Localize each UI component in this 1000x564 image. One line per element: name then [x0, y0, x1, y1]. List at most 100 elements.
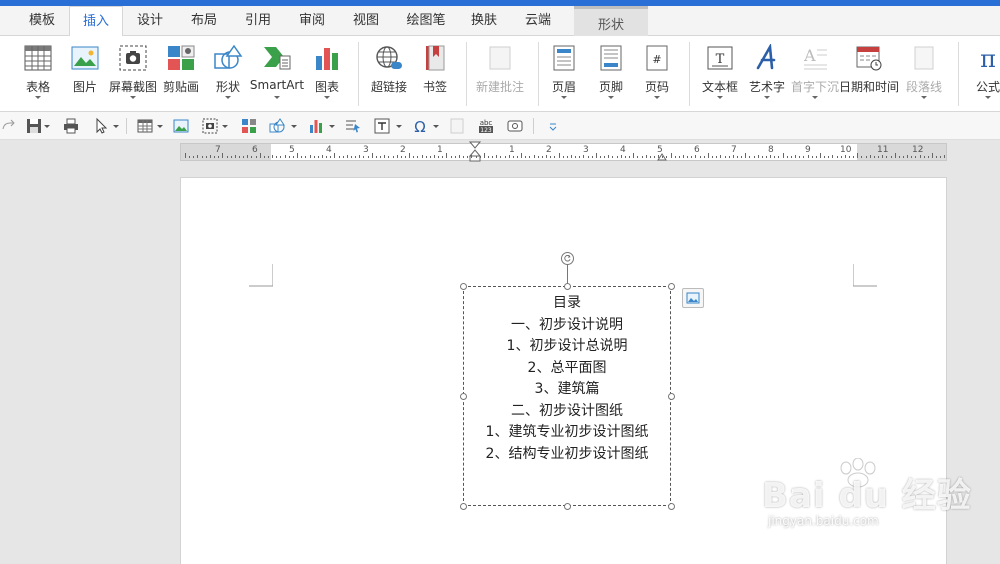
tab-cloud[interactable]: 云端: [514, 6, 562, 36]
wordart-button[interactable]: 艺术字: [741, 42, 793, 108]
tab-layout[interactable]: 布局: [180, 6, 228, 36]
ruler-tick: [400, 156, 402, 158]
symbol-omega-icon[interactable]: Ω: [411, 117, 429, 135]
resize-handle-top[interactable]: [564, 283, 571, 290]
ruler-tick: [637, 156, 639, 158]
resize-handle-top-left[interactable]: [460, 283, 467, 290]
screen-capture-icon[interactable]: [506, 117, 524, 135]
ruler-tick: [782, 153, 784, 158]
footer-icon: [600, 45, 622, 71]
text-wrap-icon[interactable]: [344, 117, 362, 135]
ruler-number: 1: [437, 145, 443, 155]
resize-handle-left[interactable]: [460, 393, 467, 400]
print-icon[interactable]: [62, 117, 80, 135]
rotate-handle-icon[interactable]: [561, 252, 574, 265]
resize-handle-right[interactable]: [668, 393, 675, 400]
horizontal-ruler[interactable]: 7 6 5 4 3 2 1 1 2 3 4 5 6 7 8 9 10 11 12: [180, 141, 947, 163]
shapes-button[interactable]: 形状: [202, 42, 254, 108]
ruler-tick: [292, 156, 294, 158]
tab-review[interactable]: 审阅: [288, 6, 336, 36]
ruler-tick: [533, 155, 535, 158]
table-icon[interactable]: [136, 117, 154, 135]
ruler-tick: [201, 156, 203, 158]
datetime-button[interactable]: 日期和时间: [839, 42, 899, 108]
tab-template[interactable]: 模板: [18, 6, 66, 36]
resize-handle-bottom-right[interactable]: [668, 503, 675, 510]
select-pointer-icon[interactable]: [92, 117, 110, 135]
ruler-tick: [745, 153, 747, 158]
camera-icon: [119, 45, 147, 71]
page-number-button[interactable]: # 页码: [631, 42, 683, 108]
chevron-down-icon[interactable]: [157, 125, 163, 128]
chart-button[interactable]: 图表: [301, 42, 353, 108]
ruler-tick: [321, 155, 323, 158]
tab-references[interactable]: 引用: [234, 6, 282, 36]
customize-toolbar-icon[interactable]: [544, 117, 562, 135]
chevron-down-icon[interactable]: [44, 125, 50, 128]
resize-handle-bottom-left[interactable]: [460, 503, 467, 510]
tab-design[interactable]: 设计: [126, 6, 174, 36]
toolbar-separator: [533, 118, 534, 134]
ruler-tick: [869, 155, 871, 158]
ruler-tick: [259, 153, 261, 158]
chevron-down-icon[interactable]: [433, 125, 439, 128]
tab-skin[interactable]: 换肤: [460, 6, 508, 36]
redo-icon[interactable]: [0, 117, 18, 135]
picture-button[interactable]: 图片: [59, 42, 111, 108]
formula-button[interactable]: π 公式: [962, 42, 1000, 108]
chart-label: 图表: [314, 80, 339, 94]
camera-icon[interactable]: [201, 117, 219, 135]
toc-line: 1、建筑专业初步设计图纸: [485, 424, 649, 440]
paragraph-line-button[interactable]: 段落线: [898, 42, 950, 108]
layout-options-button[interactable]: [682, 288, 704, 308]
svg-text:π: π: [980, 45, 996, 72]
hyperlink-button[interactable]: 超链接: [363, 42, 415, 108]
ruler-tick: [732, 155, 734, 158]
ruler-tick: [309, 155, 311, 158]
bookmark-button[interactable]: 书签: [409, 42, 461, 108]
chevron-down-icon[interactable]: [222, 125, 228, 128]
chevron-down-icon[interactable]: [113, 125, 119, 128]
dropcap-icon: A: [803, 46, 827, 70]
spell-check-icon[interactable]: abc123: [477, 117, 495, 135]
save-icon[interactable]: [25, 117, 43, 135]
chart-icon[interactable]: [307, 117, 325, 135]
chevron-down-icon: [812, 96, 818, 99]
footer-button[interactable]: 页脚: [585, 42, 637, 108]
textbox-icon[interactable]: [373, 117, 391, 135]
ruler-tick: [840, 156, 842, 158]
smartart-button[interactable]: SmartArt: [250, 42, 304, 108]
header-button[interactable]: 页眉: [538, 42, 590, 108]
resize-handle-top-right[interactable]: [668, 283, 675, 290]
ruler-tick: [421, 155, 423, 158]
dropcap-button[interactable]: A 首字下沉: [789, 42, 841, 108]
tab-drawing-pen[interactable]: 绘图笔: [398, 6, 454, 36]
tab-insert[interactable]: 插入: [69, 6, 123, 37]
screenshot-button[interactable]: 屏幕截图: [107, 42, 159, 108]
textbox-button[interactable]: T 文本框: [694, 42, 746, 108]
blank-page-icon[interactable]: [448, 117, 466, 135]
chevron-down-icon[interactable]: [329, 125, 335, 128]
toc-line: 1、初步设计总说明: [506, 338, 628, 354]
ruler-tick: [815, 156, 817, 158]
chevron-down-icon[interactable]: [291, 125, 297, 128]
textbox-icon: T: [707, 46, 733, 70]
ruler-tick: [683, 155, 684, 158]
indent-marker-icon[interactable]: [469, 141, 481, 163]
ruler-tick: [521, 153, 523, 158]
shapes-icon[interactable]: [268, 117, 286, 135]
tab-view[interactable]: 视图: [342, 6, 390, 36]
ruler-tick: [824, 156, 826, 158]
chevron-down-icon[interactable]: [396, 125, 402, 128]
toc-textbox[interactable]: 目录 一、初步设计说明 1、初步设计总说明 2、总平面图 3、建筑篇 二、初步设…: [463, 286, 671, 506]
table-button[interactable]: 表格: [12, 42, 64, 108]
picture-icon[interactable]: [172, 117, 190, 135]
ruler-number: 3: [363, 145, 369, 155]
ruler-tick: [865, 156, 867, 158]
clipart-icon[interactable]: [240, 117, 258, 135]
clipart-button[interactable]: 剪贴画: [155, 42, 207, 108]
new-comment-button[interactable]: 新建批注: [474, 42, 526, 108]
resize-handle-bottom[interactable]: [564, 503, 571, 510]
ruler-tick: [778, 156, 780, 158]
tab-shape-format[interactable]: 形状: [574, 6, 648, 36]
